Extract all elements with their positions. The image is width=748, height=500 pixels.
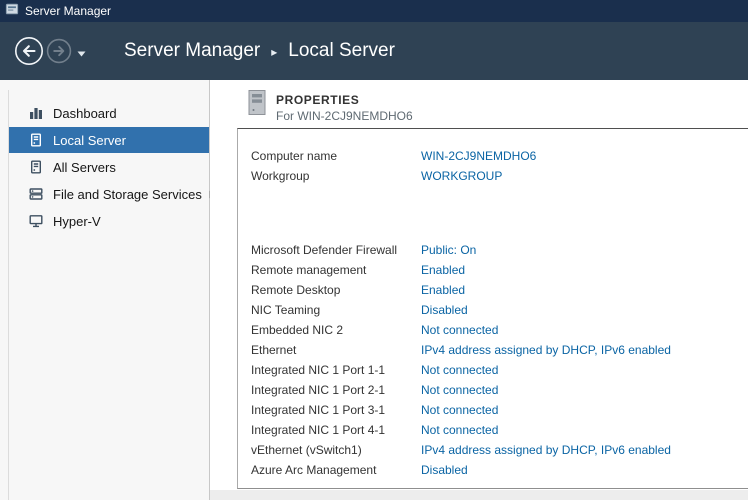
sidebar-item-label: Local Server: [53, 133, 126, 148]
server-manager-window: Server Manager Server Manager ▸ Local Se…: [0, 0, 748, 500]
property-label: Integrated NIC 1 Port 3-1: [251, 403, 421, 417]
property-value-link[interactable]: IPv4 address assigned by DHCP, IPv6 enab…: [421, 443, 671, 457]
forward-button[interactable]: [46, 38, 72, 64]
property-row: Integrated NIC 1 Port 1-1 Not connected: [251, 360, 748, 380]
properties-group-spacer: [251, 186, 748, 240]
breadcrumb-separator-icon: ▸: [271, 45, 277, 59]
property-value-link[interactable]: WORKGROUP: [421, 169, 502, 183]
window-title: Server Manager: [25, 4, 111, 18]
property-value-link[interactable]: Enabled: [421, 283, 465, 297]
nav-history-dropdown-icon[interactable]: [77, 44, 86, 62]
sidebar-item-file-storage-services[interactable]: File and Storage Services: [0, 181, 209, 207]
property-value-link[interactable]: Disabled: [421, 463, 468, 477]
back-button[interactable]: [14, 36, 44, 66]
property-label: Ethernet: [251, 343, 421, 357]
breadcrumb: Server Manager ▸ Local Server: [124, 40, 395, 62]
dashboard-icon: [28, 105, 44, 121]
property-label: Remote Desktop: [251, 283, 421, 297]
servers-icon: [28, 159, 44, 175]
property-value-link[interactable]: Enabled: [421, 263, 465, 277]
sidebar-item-local-server[interactable]: Local Server: [9, 127, 209, 153]
property-row: Ethernet IPv4 address assigned by DHCP, …: [251, 340, 748, 360]
property-value-link[interactable]: Not connected: [421, 383, 498, 397]
property-row: Remote Desktop Enabled: [251, 280, 748, 300]
window-titlebar: Server Manager: [0, 0, 748, 22]
properties-panel: Computer name WIN-2CJ9NEMDHO6 Workgroup …: [237, 128, 748, 489]
property-value-link[interactable]: Not connected: [421, 423, 498, 437]
property-value-link[interactable]: Public: On: [421, 243, 476, 257]
window-body: Dashboard Local Server All Servers File …: [0, 80, 748, 500]
property-value-link[interactable]: Not connected: [421, 363, 498, 377]
property-row: Microsoft Defender Firewall Public: On: [251, 240, 748, 260]
property-label: vEthernet (vSwitch1): [251, 443, 421, 457]
property-value-link[interactable]: Not connected: [421, 323, 498, 337]
property-value-link[interactable]: WIN-2CJ9NEMDHO6: [421, 149, 536, 163]
properties-tile-icon: [246, 89, 268, 122]
property-label: Remote management: [251, 263, 421, 277]
property-label: Workgroup: [251, 169, 421, 183]
server-icon: [28, 132, 44, 148]
property-label: Integrated NIC 1 Port 2-1: [251, 383, 421, 397]
property-row: Computer name WIN-2CJ9NEMDHO6: [251, 146, 748, 166]
navigation-header: Server Manager ▸ Local Server: [0, 22, 748, 80]
content-footer-strip: [210, 490, 748, 500]
property-label: Microsoft Defender Firewall: [251, 243, 421, 257]
nav-buttons: [14, 36, 86, 66]
property-label: Computer name: [251, 149, 421, 163]
monitor-icon: [28, 213, 44, 229]
server-manager-app-icon: [5, 2, 19, 21]
sidebar-item-label: Dashboard: [53, 106, 117, 121]
disk-stack-icon: [28, 186, 44, 202]
breadcrumb-local-server[interactable]: Local Server: [288, 40, 395, 62]
sidebar-item-hyper-v[interactable]: Hyper-V: [0, 208, 209, 234]
sidebar-item-dashboard[interactable]: Dashboard: [0, 100, 209, 126]
sidebar-item-label: File and Storage Services: [53, 187, 202, 202]
properties-group-identity: Computer name WIN-2CJ9NEMDHO6 Workgroup …: [251, 146, 748, 186]
sidebar-item-all-servers[interactable]: All Servers: [0, 154, 209, 180]
property-row: Embedded NIC 2 Not connected: [251, 320, 748, 340]
property-value-link[interactable]: Disabled: [421, 303, 468, 317]
property-row: Integrated NIC 1 Port 3-1 Not connected: [251, 400, 748, 420]
breadcrumb-server-manager[interactable]: Server Manager: [124, 40, 260, 62]
nav-pane: Dashboard Local Server All Servers File …: [0, 80, 210, 500]
property-value-link[interactable]: IPv4 address assigned by DHCP, IPv6 enab…: [421, 343, 671, 357]
sidebar-item-label: Hyper-V: [53, 214, 101, 229]
property-label: NIC Teaming: [251, 303, 421, 317]
properties-group-network: Microsoft Defender Firewall Public: On R…: [251, 240, 748, 480]
property-row: vEthernet (vSwitch1) IPv4 address assign…: [251, 440, 748, 460]
property-row: Azure Arc Management Disabled: [251, 460, 748, 480]
properties-tile-title: PROPERTIES: [276, 93, 359, 107]
property-label: Azure Arc Management: [251, 463, 421, 477]
property-row: Workgroup WORKGROUP: [251, 166, 748, 186]
property-row: Integrated NIC 1 Port 2-1 Not connected: [251, 380, 748, 400]
property-label: Integrated NIC 1 Port 1-1: [251, 363, 421, 377]
property-row: NIC Teaming Disabled: [251, 300, 748, 320]
sidebar-item-label: All Servers: [53, 160, 116, 175]
property-row: Integrated NIC 1 Port 4-1 Not connected: [251, 420, 748, 440]
property-label: Embedded NIC 2: [251, 323, 421, 337]
property-row: Remote management Enabled: [251, 260, 748, 280]
properties-tile-subtitle: For WIN-2CJ9NEMDHO6: [276, 109, 413, 123]
property-label: Integrated NIC 1 Port 4-1: [251, 423, 421, 437]
content-pane: PROPERTIES For WIN-2CJ9NEMDHO6 Computer …: [210, 80, 748, 500]
property-value-link[interactable]: Not connected: [421, 403, 498, 417]
